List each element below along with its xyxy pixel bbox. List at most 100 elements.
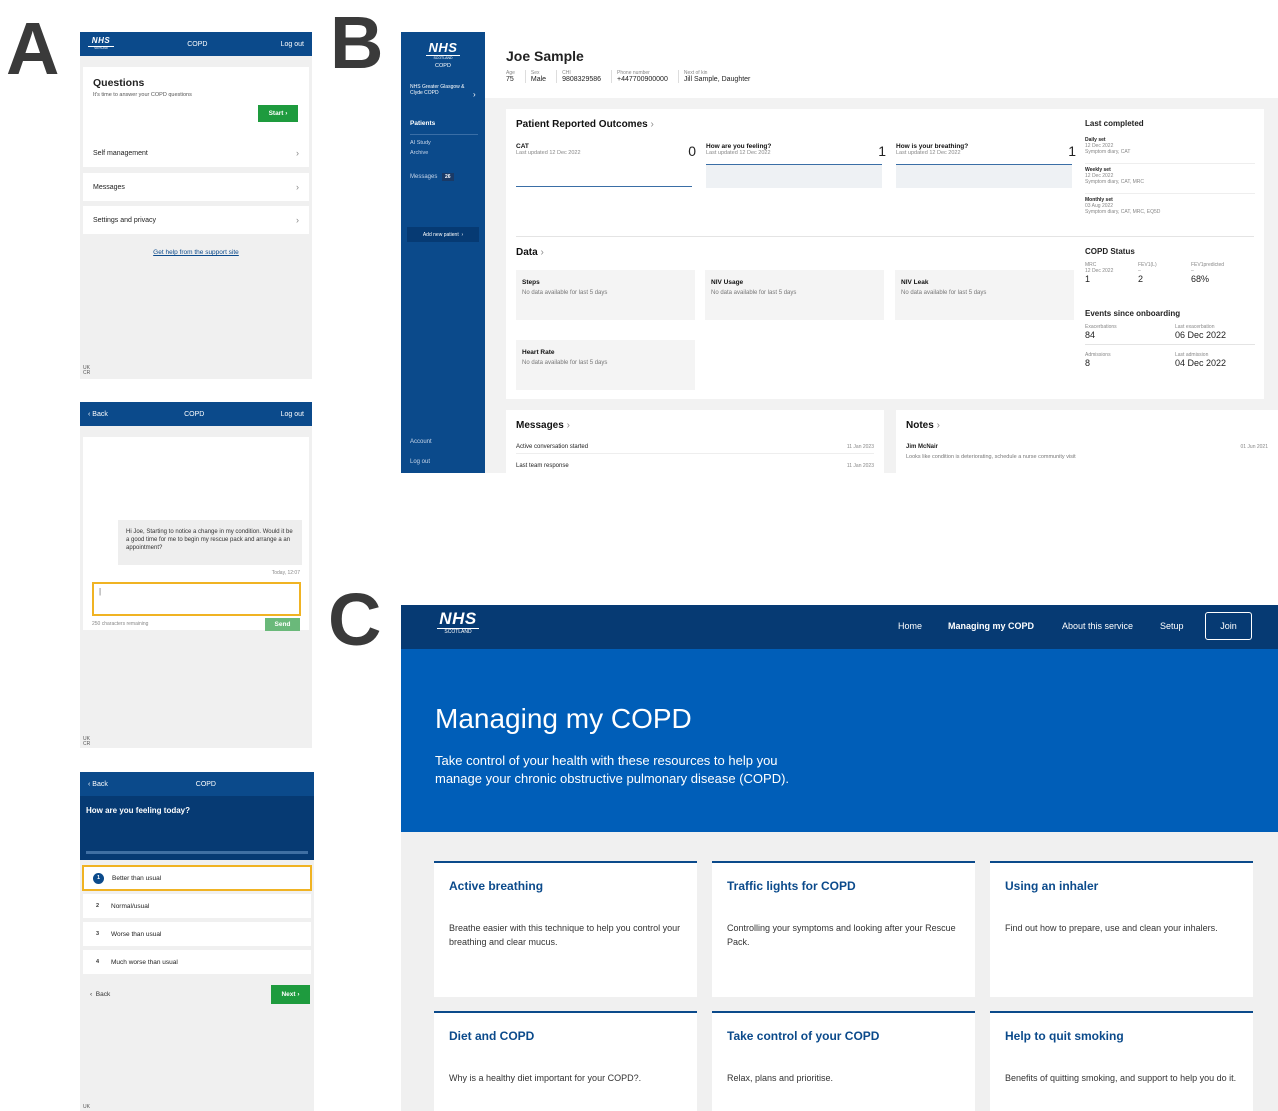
language-selector[interactable]: UK CR	[83, 366, 90, 376]
chevron-right-icon: ›	[296, 148, 299, 158]
patient-header: Joe Sample Age 75 Sex Male CHI 9808329586 P…	[485, 32, 1278, 98]
menu-settings-privacy[interactable]: Settings and privacy ›	[83, 206, 309, 234]
nav-managing-copd[interactable]: Managing my COPD	[948, 621, 1034, 631]
start-button[interactable]: Start ›	[258, 105, 298, 122]
screen-messages: ‹ Back COPD Log out Hi Joe, Starting to …	[80, 402, 312, 748]
public-site: NHS SCOTLAND Home Managing my COPD About…	[401, 605, 1278, 1111]
message-row[interactable]: Active conversation started 11 Jan 2023	[516, 444, 874, 454]
logout-link[interactable]: Log out	[281, 411, 304, 418]
card-quit-smoking[interactable]: Help to quit smoking Benefits of quitting…	[990, 1011, 1253, 1111]
card-diet[interactable]: Diet and COPD Why is a healthy diet impor…	[434, 1011, 697, 1111]
notes-title[interactable]: Notes ›	[906, 420, 940, 431]
chevron-right-icon: ›	[296, 215, 299, 225]
message-timestamp: Today, 12:07	[271, 570, 300, 576]
nav-patients[interactable]: Patients	[410, 120, 435, 127]
questions-title: Questions	[93, 77, 145, 89]
app-header: NHS SCOTLAND COPD Log out	[80, 32, 312, 56]
card-take-control[interactable]: Take control of your COPD Relax, plans an…	[712, 1011, 975, 1111]
option-normal[interactable]: 2 Normal/usual	[83, 894, 311, 918]
note-row[interactable]: Jim McNair 01 Jun 2021	[906, 444, 1268, 450]
pro-title[interactable]: Patient Reported Outcomes ›	[516, 119, 654, 130]
data-steps: Steps No data available for last 5 days	[516, 270, 695, 320]
data-heart-rate: Heart Rate No data available for last 5 d…	[516, 340, 695, 390]
option-better[interactable]: 1 Better than usual	[82, 865, 312, 891]
divider	[410, 134, 478, 135]
message-bubble: Hi Joe, Starting to notice a change in m…	[118, 520, 302, 565]
panel-label-c: C	[328, 578, 382, 661]
nhs-logo: NHS SCOTLAND	[88, 37, 114, 51]
card-using-inhaler[interactable]: Using an inhaler Find out how to prepare,…	[990, 861, 1253, 997]
chevron-right-icon: ›	[296, 182, 299, 192]
question-banner: How are you feeling today?	[80, 796, 314, 860]
note-text: Looks like condition is deteriorating, s…	[906, 454, 1076, 460]
app-header: ‹ Back COPD Log out	[80, 402, 312, 426]
organisation-selector[interactable]: NHS Greater Glasgow & Clyde COPD	[410, 84, 470, 96]
events-since-onboarding: Events since onboarding Exacerbations 84 …	[1085, 309, 1255, 368]
app-header: ‹ Back COPD	[80, 772, 314, 796]
nav-about[interactable]: About this service	[1062, 621, 1133, 631]
nhs-logo[interactable]: NHS SCOTLAND	[437, 610, 479, 635]
language-selector[interactable]: UK	[83, 1105, 90, 1110]
send-button[interactable]: Send	[265, 618, 300, 631]
add-patient-button[interactable]: Add new patient ›	[407, 227, 479, 242]
nav-account[interactable]: Account	[410, 439, 432, 445]
hero-banner: Managing my COPD Take control of your he…	[401, 649, 1278, 832]
last-completed: Last completed Daily set 12 Dec 2022 Sympt…	[1085, 119, 1255, 215]
screen-questions: NHS SCOTLAND COPD Log out Questions It's…	[80, 32, 312, 379]
nav-messages[interactable]: Messages 26	[410, 173, 454, 181]
chevron-right-icon: ›	[473, 90, 476, 99]
join-button[interactable]: Join	[1205, 612, 1252, 640]
back-link[interactable]: ‹ Back	[88, 781, 108, 788]
back-link[interactable]: ‹ Back	[88, 411, 108, 418]
panel-label-a: A	[6, 7, 60, 90]
app-title: COPD	[184, 410, 205, 418]
clinician-sidebar: NHS SCOTLAND COPD NHS Greater Glasgow & …	[401, 32, 485, 473]
next-button[interactable]: Next ›	[271, 985, 310, 1004]
card-traffic-lights[interactable]: Traffic lights for COPD Controlling your …	[712, 861, 975, 997]
back-link-bottom[interactable]: ‹ Back	[90, 991, 110, 998]
site-nav: NHS SCOTLAND Home Managing my COPD About…	[401, 605, 1278, 649]
pro-feeling: How are you feeling? Last updated 12 Dec…	[706, 143, 886, 188]
card-active-breathing[interactable]: Active breathing Breathe easier with this…	[434, 861, 697, 997]
patient-name: Joe Sample	[506, 48, 584, 64]
patient-dashboard: Joe Sample Age 75 Sex Male CHI 9808329586 P…	[485, 32, 1278, 473]
message-row[interactable]: Last team response 11 Jan 2023	[516, 463, 874, 469]
app-title: COPD	[187, 40, 208, 48]
messages-title[interactable]: Messages ›	[516, 420, 570, 431]
menu-self-management[interactable]: Self management ›	[83, 139, 309, 167]
nhs-logo: NHS SCOTLAND COPD	[426, 41, 460, 69]
progress-bar	[86, 851, 308, 854]
support-link[interactable]: Get help from the support site	[80, 249, 312, 256]
notes-panel: Notes › Jim McNair 01 Jun 2021 Looks like…	[896, 410, 1278, 473]
data-niv-leak: NIV Leak No data available for last 5 day…	[895, 270, 1074, 320]
language-selector[interactable]: UK CR	[83, 737, 90, 747]
nav-archive[interactable]: Archive	[410, 150, 428, 156]
messages-panel: Messages › Active conversation started 11…	[506, 410, 884, 473]
option-worse[interactable]: 3 Worse than usual	[83, 922, 311, 946]
hero-subtitle: Take control of your health with these r…	[435, 753, 790, 787]
divider	[516, 236, 1254, 237]
question-title: How are you feeling today?	[86, 806, 191, 815]
pro-breathing: How is your breathing? Last updated 12 D…	[896, 143, 1076, 188]
overview-panel: Patient Reported Outcomes › CAT Last upd…	[506, 109, 1264, 399]
menu-messages[interactable]: Messages ›	[83, 173, 309, 201]
nav-ai-study[interactable]: AI Study	[410, 140, 431, 146]
nav-home[interactable]: Home	[898, 621, 922, 631]
data-niv-usage: NIV Usage No data available for last 5 da…	[705, 270, 884, 320]
nav-setup[interactable]: Setup	[1160, 621, 1184, 631]
questions-subtitle: It's time to answer your COPD questions	[93, 92, 192, 98]
data-title[interactable]: Data ›	[516, 247, 544, 258]
panel-label-b: B	[330, 1, 384, 84]
messages-count-badge: 26	[442, 173, 454, 181]
app-title: COPD	[195, 780, 216, 788]
nav-logout[interactable]: Log out	[410, 459, 430, 465]
pro-cat: CAT Last updated 12 Dec 2022 0	[516, 143, 696, 187]
patient-details: Age 75 Sex Male CHI 9808329586 Phone number…	[506, 70, 751, 83]
logout-link[interactable]: Log out	[281, 41, 304, 48]
option-much-worse[interactable]: 4 Much worse than usual	[83, 950, 311, 974]
hero-title: Managing my COPD	[435, 703, 692, 734]
message-input[interactable]: |	[92, 582, 301, 616]
screen-feeling: ‹ Back COPD How are you feeling today? 1…	[80, 772, 314, 1111]
copd-status: COPD Status MRC 12 Dec 2022 1 FEV1(L) –2 FE…	[1085, 247, 1225, 284]
characters-remaining: 250 characters remaining	[92, 621, 149, 627]
